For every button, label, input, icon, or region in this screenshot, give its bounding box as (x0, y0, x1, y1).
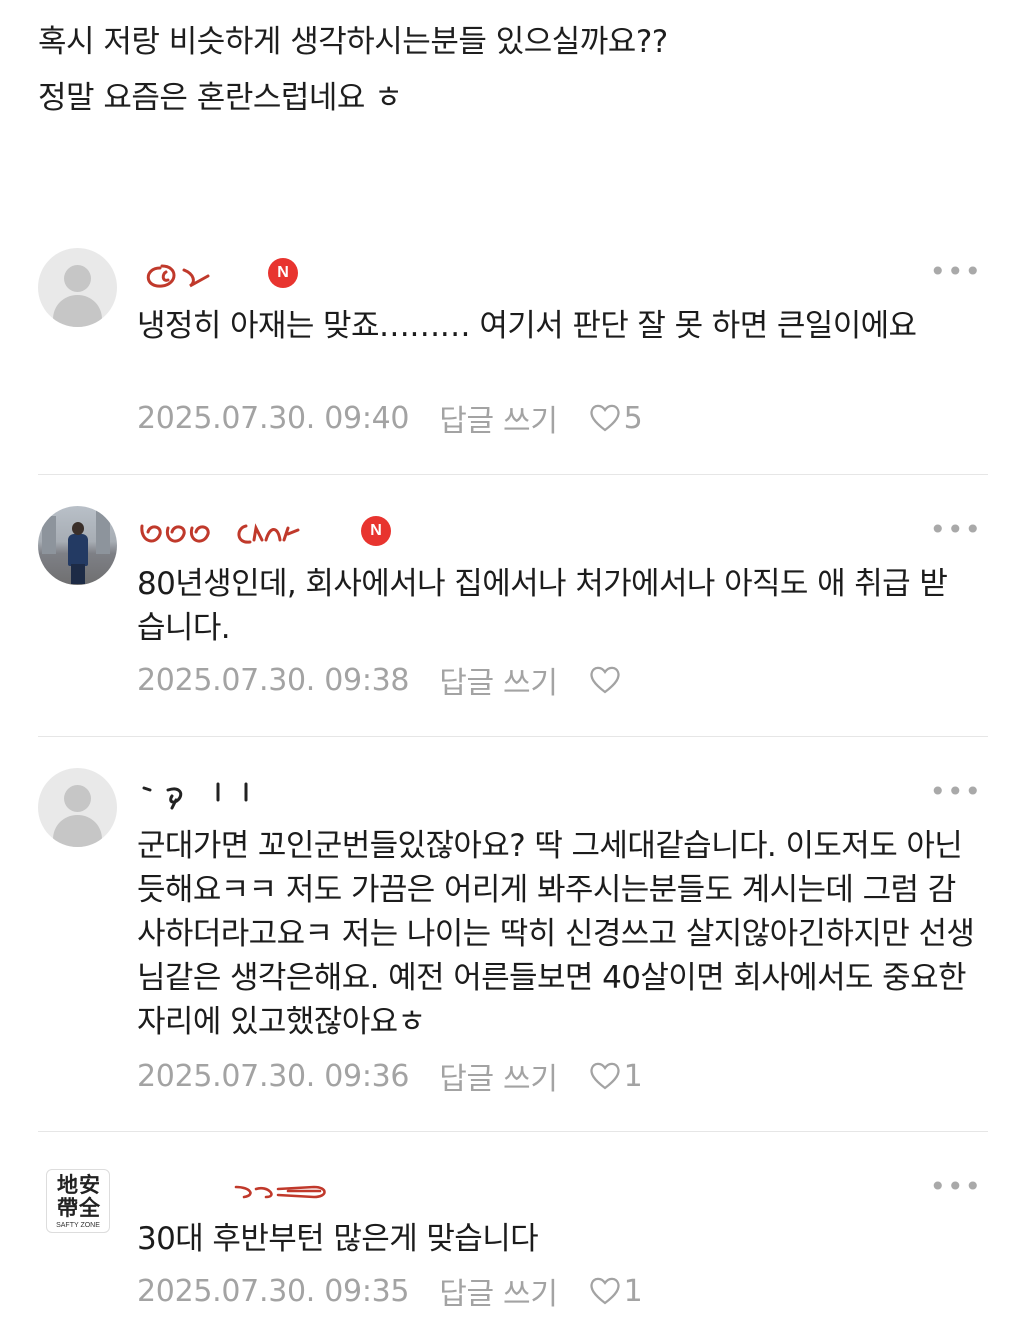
nickname-redacted[interactable] (138, 1169, 338, 1209)
photo-avatar[interactable] (38, 506, 117, 585)
default-avatar[interactable] (38, 768, 117, 847)
more-icon[interactable]: ••• (929, 516, 982, 544)
nickname-scribble (146, 264, 210, 288)
like-count: 5 (623, 400, 643, 436)
comment-date: 2025.07.30. 09:40 (137, 400, 410, 436)
comment-text: 냉정히 아재는 맞죠……… 여기서 판단 잘 못 하면 큰일이에요 (137, 308, 917, 344)
comment-meta: 2025.07.30. 09:40 답글 쓰기 5 (137, 400, 643, 440)
avatar-photo-person (68, 534, 88, 566)
divider (38, 474, 988, 475)
like-count: 1 (623, 1058, 643, 1094)
comment-meta: 2025.07.30. 09:38 답글 쓰기 (137, 662, 624, 701)
avatar-photo-person-head (72, 522, 84, 535)
divider (38, 1131, 988, 1132)
comment-meta: 2025.07.30. 09:36 답글 쓰기 1 (137, 1058, 643, 1098)
avatar-body-shape (53, 295, 102, 327)
comment-text: 군대가면 꼬인군번들있잖아요? 딱 그세대같습니다. 이도저도 아닌듯해요ㅋㅋ … (137, 828, 975, 1040)
avatar-head-shape (64, 265, 91, 292)
default-avatar[interactable] (38, 248, 117, 327)
new-badge: N (268, 258, 298, 288)
comment-page: 혹시 저랑 비슷하게 생각하시는분들 있으실까요?? 정말 요즘은 혼란스럽네요… (0, 0, 1024, 1330)
avatar-photo-building (42, 516, 56, 554)
new-badge: N (361, 516, 391, 546)
like-button[interactable]: 1 (588, 1059, 643, 1094)
logo-characters: 地安帶全 (57, 1172, 101, 1220)
nickname-redacted[interactable] (138, 774, 268, 814)
reply-button[interactable]: 답글 쓰기 (439, 396, 558, 440)
like-button[interactable]: 1 (588, 1274, 643, 1309)
nickname-scribble (142, 782, 248, 810)
heart-icon (590, 1062, 620, 1090)
reply-button[interactable]: 답글 쓰기 (439, 1054, 558, 1098)
logo-subtitle: SAFTY ZONE (56, 1222, 100, 1229)
nickname-redacted[interactable] (138, 254, 228, 294)
reply-button[interactable]: 답글 쓰기 (439, 658, 558, 702)
avatar-head-shape (64, 785, 91, 812)
post-line-2: 정말 요즘은 혼란스럽네요 ㅎ (38, 80, 403, 116)
heart-icon (590, 1277, 620, 1305)
comment-meta: 2025.07.30. 09:35 답글 쓰기 1 (137, 1273, 643, 1313)
more-icon[interactable]: ••• (929, 778, 982, 806)
more-icon[interactable]: ••• (929, 1173, 982, 1201)
like-count: 1 (623, 1273, 643, 1309)
post-line-1: 혹시 저랑 비슷하게 생각하시는분들 있으실까요?? (38, 24, 668, 60)
avatar-photo-building (96, 510, 110, 554)
divider (38, 736, 988, 737)
safety-zone-logo[interactable]: 地安帶全 SAFTY ZONE (46, 1169, 110, 1233)
comment-date: 2025.07.30. 09:36 (137, 1058, 410, 1094)
nickname-scribble (234, 1185, 326, 1199)
comment-text: 80년생인데, 회사에서나 집에서나 처가에서나 아직도 애 취급 받습니다. (137, 566, 948, 646)
comment-date: 2025.07.30. 09:35 (137, 1273, 410, 1309)
comment-text: 30대 후반부턴 많은게 맞습니다 (137, 1221, 539, 1257)
avatar-body-shape (53, 815, 102, 847)
heart-icon (590, 666, 620, 694)
nickname-scribble (140, 523, 300, 544)
like-button[interactable]: 5 (588, 401, 643, 436)
reply-button[interactable]: 답글 쓰기 (439, 1269, 558, 1313)
post-body: 혹시 저랑 비슷하게 생각하시는분들 있으실까요?? 정말 요즘은 혼란스럽네요… (38, 14, 1004, 126)
comment-date: 2025.07.30. 09:38 (137, 662, 410, 698)
more-icon[interactable]: ••• (929, 258, 982, 286)
heart-icon (590, 404, 620, 432)
nickname-redacted[interactable] (138, 512, 338, 552)
avatar-photo-person-legs (71, 564, 85, 584)
like-button[interactable] (588, 664, 624, 696)
